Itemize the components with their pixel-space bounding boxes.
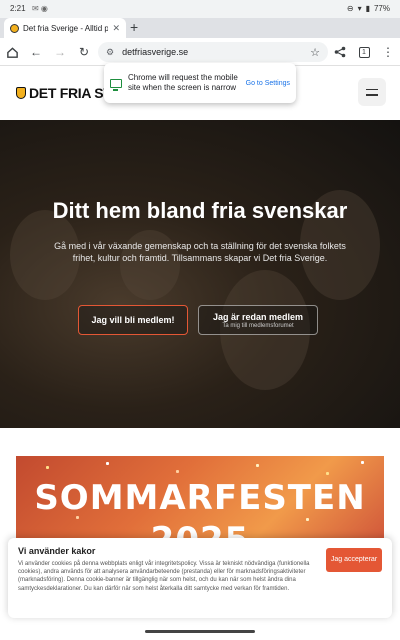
popup-message: Chrome will request the mobile site when…	[128, 73, 238, 92]
accept-cookies-label: Jag accepterar	[330, 556, 378, 563]
confetti	[256, 464, 259, 467]
already-member-label: Jag är redan medlem	[212, 311, 304, 322]
accept-cookies-button[interactable]: Jag accepterar	[326, 548, 382, 572]
browser-screen: 2:21 ✉ ◉ ⊖ ▾ ▮ 77% Det fria Sverige - Al…	[0, 0, 400, 640]
hamburger-icon-line	[366, 94, 378, 96]
share-icon[interactable]	[332, 44, 348, 60]
status-bar: 2:21 ✉ ◉ ⊖ ▾ ▮ 77%	[0, 0, 400, 18]
already-member-sublabel: Ta mig till medlemsforumet	[222, 322, 294, 329]
bookmark-star-icon[interactable]: ☆	[310, 46, 320, 59]
back-arrow-icon[interactable]: ←	[28, 44, 44, 60]
mobile-site-popup: Chrome will request the mobile site when…	[104, 63, 296, 103]
confetti	[176, 470, 179, 473]
browser-tab[interactable]: Det fria Sverige - Alltid på ✕	[4, 18, 126, 38]
cookie-text: Vi använder cookies på denna webbplats e…	[18, 561, 310, 592]
confetti	[326, 472, 329, 475]
already-member-button[interactable]: Jag är redan medlem Ta mig till medlemsf…	[198, 305, 318, 335]
cookie-title: Vi använder kakor	[18, 546, 96, 556]
site-info-icon[interactable]: ⚙	[106, 47, 114, 58]
tab-count: 1	[358, 46, 370, 58]
status-time: 2:21	[10, 4, 26, 13]
home-icon[interactable]	[4, 44, 20, 60]
logo-shield-icon	[16, 87, 26, 99]
status-right: ⊖ ▾ ▮ 77%	[347, 4, 390, 13]
menu-button[interactable]	[358, 78, 386, 106]
confetti	[361, 461, 364, 464]
tab-title: Det fria Sverige - Alltid på	[23, 23, 109, 33]
confetti	[46, 466, 49, 469]
monitor-icon	[110, 78, 122, 91]
gesture-nav-bar[interactable]	[145, 630, 255, 633]
url-text: detfriasverige.se	[122, 47, 189, 57]
favicon-icon	[10, 23, 19, 33]
battery-icon: ▮	[365, 4, 370, 13]
hamburger-icon-line	[366, 88, 378, 90]
browser-toolbar: ← → ↻ ⚙ detfriasverige.se ☆ 1 ⋮	[0, 38, 400, 66]
address-bar[interactable]: ⚙ detfriasverige.se ☆	[98, 42, 328, 62]
hero-subtitle: Gå med i vår växande gemenskap och ta st…	[54, 241, 346, 263]
cookie-banner: Vi använder kakor Vi använder cookies på…	[8, 538, 392, 618]
confetti	[106, 462, 109, 465]
hero-section: Ditt hem bland fria svenskar Gå med i vå…	[0, 120, 400, 428]
become-member-button[interactable]: Jag vill bli medlem!	[78, 305, 188, 335]
more-menu-icon[interactable]: ⋮	[380, 44, 396, 60]
notification-icons: ✉ ◉	[32, 4, 48, 13]
reload-icon[interactable]: ↻	[76, 44, 92, 60]
tab-strip: Det fria Sverige - Alltid på ✕ +	[0, 18, 400, 38]
wifi-icon: ▾	[357, 4, 362, 13]
forward-arrow-icon[interactable]: →	[52, 44, 68, 60]
summer-festival-banner[interactable]: SOMMARFESTEN 2025	[16, 456, 384, 546]
become-member-label: Jag vill bli medlem!	[91, 315, 175, 325]
go-to-settings-link[interactable]: Go to Settings	[246, 80, 290, 87]
promo-title: SOMMARFESTEN	[34, 478, 366, 518]
tab-switcher-button[interactable]: 1	[356, 44, 372, 60]
new-tab-button[interactable]: +	[130, 19, 138, 35]
hero-title: Ditt hem bland fria svenskar	[52, 198, 348, 223]
dnd-icon: ⊖	[346, 4, 354, 13]
battery-percent: 77%	[373, 4, 390, 13]
close-icon[interactable]: ✕	[112, 23, 120, 34]
